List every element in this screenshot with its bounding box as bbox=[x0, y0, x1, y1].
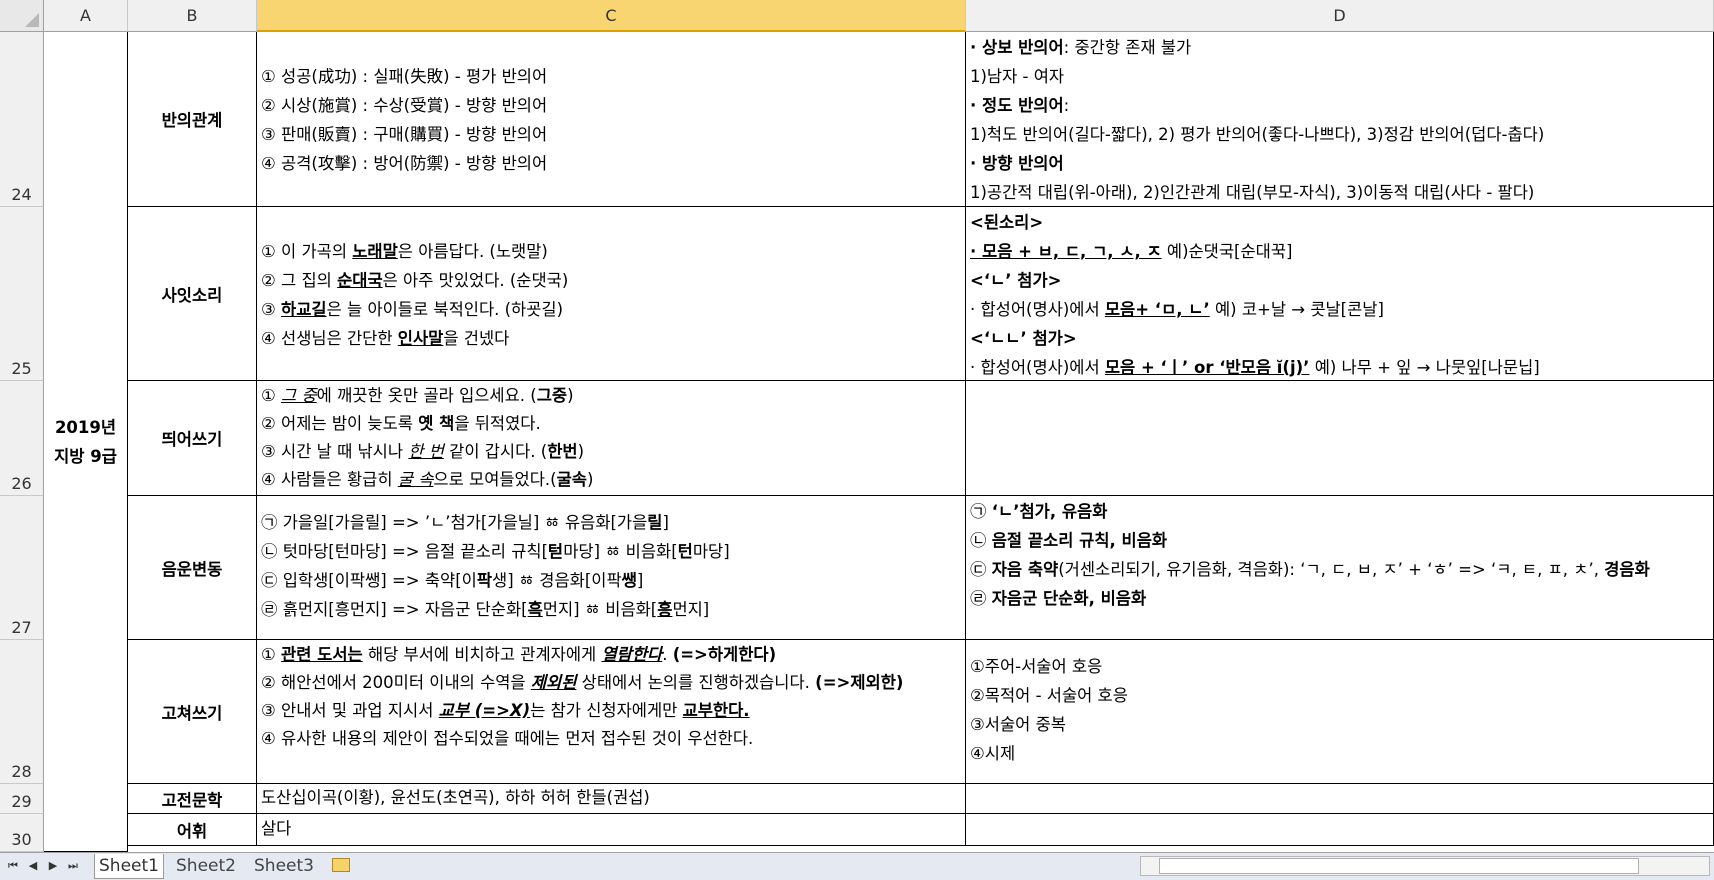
note-cell-24[interactable]: · 상보 반의어: 중간항 존재 불가 1)남자 - 여자 · 정도 반의어 : … bbox=[966, 32, 1714, 207]
option-line: ① 이 가곡의 노래말은 아름답다. (노랫말) bbox=[261, 242, 548, 261]
note-line: · 합성어(명사)에서 모음 + ‘ㅣ’ or ‘반모음 ĭ(j)’ 예) 나무… bbox=[970, 358, 1540, 377]
note-text: : 중간항 존재 불가 bbox=[1063, 38, 1192, 57]
note-line: <‘ㄴㄴ’ 첨가> bbox=[970, 329, 1077, 348]
category-cell-24[interactable]: 반의관계 bbox=[128, 32, 257, 207]
option-line: ㉣ 흙먼지[흥먼지] => 자음군 단순화[흑먼지] ㆅ 비음화[흥먼지] bbox=[261, 600, 710, 619]
option-line: ③ 판매(販賣) : 구매(購買) - 방향 반의어 bbox=[261, 125, 548, 144]
row-header-26[interactable]: 26 bbox=[0, 381, 44, 496]
option-line: ③ 하교길은 늘 아이들로 북적인다. (하굣길) bbox=[261, 300, 564, 319]
select-all-corner[interactable] bbox=[0, 0, 44, 32]
note-line: ②목적어 - 서술어 호응 bbox=[970, 686, 1128, 705]
note-line: <‘ㄴ’ 첨가> bbox=[970, 271, 1062, 290]
note-line: 1)남자 - 여자 bbox=[970, 67, 1065, 86]
row-header-24[interactable]: 24 bbox=[0, 32, 44, 207]
question-cell-24[interactable]: ① 성공(成功) : 실패(失敗) - 평가 반의어 ② 시상(施賞) : 수상… bbox=[257, 32, 966, 207]
note-cell-26[interactable] bbox=[966, 381, 1714, 496]
option-line: ㉠ 가을일[가을릴] => ’ㄴ’첨가[가을닐] ㆅ 유음화[가을릴] bbox=[261, 513, 669, 532]
note-line: ㉠ ‘ㄴ’첨가, 유음화 bbox=[970, 502, 1108, 521]
note-cell-28[interactable]: ①주어-서술어 호응 ②목적어 - 서술어 호응 ③서술어 중복 ④시제 bbox=[966, 640, 1714, 784]
note-line: · 방향 반의어 bbox=[970, 149, 1709, 178]
sheet-tab-sheet3[interactable]: Sheet3 bbox=[250, 854, 318, 878]
sheet-tab-bar: ⏮ ◀ ▶ ⏭ Sheet1 Sheet2 Sheet3 bbox=[0, 852, 1714, 880]
question-cell-30[interactable]: 살다 bbox=[257, 814, 966, 846]
option-line: ① 그 중에 깨끗한 옷만 골라 입으세요. (그중) bbox=[261, 386, 574, 405]
note-cell-29[interactable] bbox=[966, 784, 1714, 814]
option-line: ② 해안선에서 200미터 이내의 수역을 제외된 상태에서 논의를 진행하겠습… bbox=[261, 673, 904, 692]
scrollbar-thumb[interactable] bbox=[1159, 858, 1639, 874]
note-line: ④시제 bbox=[970, 744, 1016, 763]
option-line: ① 성공(成功) : 실패(失敗) - 평가 반의어 bbox=[261, 67, 548, 86]
sheet-tab-sheet1[interactable]: Sheet1 bbox=[94, 854, 164, 879]
sheet-tab-sheet2[interactable]: Sheet2 bbox=[172, 854, 240, 878]
row-header-29[interactable]: 29 bbox=[0, 784, 44, 814]
option-line: ① 관련 도서는 해당 부서에 비치하고 관계자에게 열람한다. (=>하게한다… bbox=[261, 645, 777, 664]
category-cell-30[interactable]: 어휘 bbox=[128, 814, 257, 846]
col-header-a[interactable]: A bbox=[44, 0, 128, 32]
note-line: ㉣ 자음군 단순화, 비음화 bbox=[970, 589, 1147, 608]
horizontal-scrollbar[interactable] bbox=[1140, 856, 1710, 876]
note-line: · 상보 반의어: 중간항 존재 불가 bbox=[970, 33, 1709, 62]
note-line: ③서술어 중복 bbox=[970, 715, 1066, 734]
last-sheet-icon[interactable]: ⏭ bbox=[66, 859, 80, 873]
note-line: · 모음 + ㅂ, ㄷ, ㄱ, ㅅ, ㅈ 예)순댓국[순대꾹] bbox=[970, 242, 1293, 261]
option-line: ④ 공격(攻擊) : 방어(防禦) - 방향 반의어 bbox=[261, 154, 548, 173]
note-text: : bbox=[1063, 96, 1070, 115]
category-cell-26[interactable]: 띄어쓰기 bbox=[128, 381, 257, 496]
exam-year: 2019년 bbox=[54, 417, 117, 437]
first-sheet-icon[interactable]: ⏮ bbox=[6, 859, 20, 873]
cell-text: 도산십이곡(이황), 윤선도(초연곡), 하하 허허 한들(권섭) bbox=[261, 788, 650, 807]
insert-sheet-icon[interactable] bbox=[332, 858, 350, 872]
category-cell-29[interactable]: 고전문학 bbox=[128, 784, 257, 814]
col-header-c[interactable]: C bbox=[257, 0, 966, 32]
question-cell-29[interactable]: 도산십이곡(이황), 윤선도(초연곡), 하하 허허 한들(권섭) bbox=[257, 784, 966, 814]
option-line: ㉢ 입학생[이팍쌩] => 축약[이팍생] ㆅ 경음화[이팍쌩] bbox=[261, 571, 644, 590]
note-term: · 방향 반의어 bbox=[970, 154, 1064, 173]
note-line: · 정도 반의어: bbox=[970, 91, 1709, 120]
category-cell-28[interactable]: 고쳐쓰기 bbox=[128, 640, 257, 784]
option-line: ④ 선생님은 간단한 인사말을 건넸다 bbox=[261, 329, 510, 348]
col-header-d[interactable]: D bbox=[966, 0, 1714, 32]
note-line: ㉡ 음절 끝소리 규칙, 비음화 bbox=[970, 531, 1168, 550]
question-cell-27[interactable]: ㉠ 가을일[가을릴] => ’ㄴ’첨가[가을닐] ㆅ 유음화[가을릴] ㉡ 텃마… bbox=[257, 496, 966, 640]
option-line: ④ 유사한 내용의 제안이 접수되었을 때에는 먼저 접수된 것이 우선한다. bbox=[261, 729, 754, 748]
option-line: ④ 사람들은 황급히 굴 속으로 모여들었다.(굴속) bbox=[261, 470, 594, 489]
next-sheet-icon[interactable]: ▶ bbox=[46, 859, 60, 873]
spreadsheet-grid: A B C D 24 25 26 27 28 29 30 2019년 지방 9급… bbox=[0, 0, 1714, 852]
question-cell-26[interactable]: ① 그 중에 깨끗한 옷만 골라 입으세요. (그중) ② 어제는 밤이 늦도록… bbox=[257, 381, 966, 496]
option-line: ② 그 집의 순대국은 아주 맛있었다. (순댓국) bbox=[261, 271, 569, 290]
note-cell-27[interactable]: ㉠ ‘ㄴ’첨가, 유음화 ㉡ 음절 끝소리 규칙, 비음화 ㉢ 자음 축약(거센… bbox=[966, 496, 1714, 640]
category-cell-25[interactable]: 사잇소리 bbox=[128, 207, 257, 381]
category-cell-27[interactable]: 음운변동 bbox=[128, 496, 257, 640]
note-line: 1)척도 반의어(길다-짧다), 2) 평가 반의어(좋다-나쁘다), 3)정감… bbox=[970, 125, 1545, 144]
option-line: ③ 안내서 및 과업 지시서 교부 (=>X)는 참가 신청자에게만 교부한다. bbox=[261, 701, 750, 720]
row-header-27[interactable]: 27 bbox=[0, 496, 44, 640]
question-cell-25[interactable]: ① 이 가곡의 노래말은 아름답다. (노랫말) ② 그 집의 순대국은 아주 … bbox=[257, 207, 966, 381]
row-header-30[interactable]: 30 bbox=[0, 814, 44, 852]
col-header-b[interactable]: B bbox=[128, 0, 257, 32]
note-line: 1)공간적 대립(위-아래), 2)인간관계 대립(부모-자식), 3)이동적 … bbox=[970, 183, 1535, 202]
cell-text: 살다 bbox=[261, 819, 292, 838]
merged-cell-a[interactable]: 2019년 지방 9급 bbox=[44, 32, 128, 852]
option-line: ③ 시간 날 때 낚시나 한 번 같이 갑시다. (한번) bbox=[261, 442, 585, 461]
option-line: ② 어제는 밤이 늦도록 옛 책을 뒤적였다. bbox=[261, 414, 541, 433]
row-header-25[interactable]: 25 bbox=[0, 207, 44, 381]
option-line: ② 시상(施賞) : 수상(受賞) - 방향 반의어 bbox=[261, 96, 548, 115]
note-line: ①주어-서술어 호응 bbox=[970, 657, 1103, 676]
row-header-28[interactable]: 28 bbox=[0, 640, 44, 784]
note-term: · 정도 반의어 bbox=[970, 96, 1064, 115]
prev-sheet-icon[interactable]: ◀ bbox=[26, 859, 40, 873]
question-cell-28[interactable]: ① 관련 도서는 해당 부서에 비치하고 관계자에게 열람한다. (=>하게한다… bbox=[257, 640, 966, 784]
option-line: ㉡ 텃마당[턴마당] => 음절 끝소리 규칙[턷마당] ㆅ 비음화[턴마당] bbox=[261, 542, 730, 561]
note-cell-25[interactable]: <된소리> · 모음 + ㅂ, ㄷ, ㄱ, ㅅ, ㅈ 예)순댓국[순대꾹] <‘… bbox=[966, 207, 1714, 381]
exam-type: 지방 9급 bbox=[54, 446, 117, 466]
note-cell-30[interactable] bbox=[966, 814, 1714, 846]
note-line: ㉢ 자음 축약(거센소리되기, 유기음화, 격음화): ‘ㄱ, ㄷ, ㅂ, ㅈ’… bbox=[970, 560, 1650, 579]
note-line: <된소리> bbox=[970, 213, 1044, 232]
note-line: · 합성어(명사)에서 모음+ ‘ㅁ, ㄴ’ 예) 코+날 → 콧날[콘날] bbox=[970, 300, 1384, 319]
note-term: · 상보 반의어 bbox=[970, 38, 1064, 57]
